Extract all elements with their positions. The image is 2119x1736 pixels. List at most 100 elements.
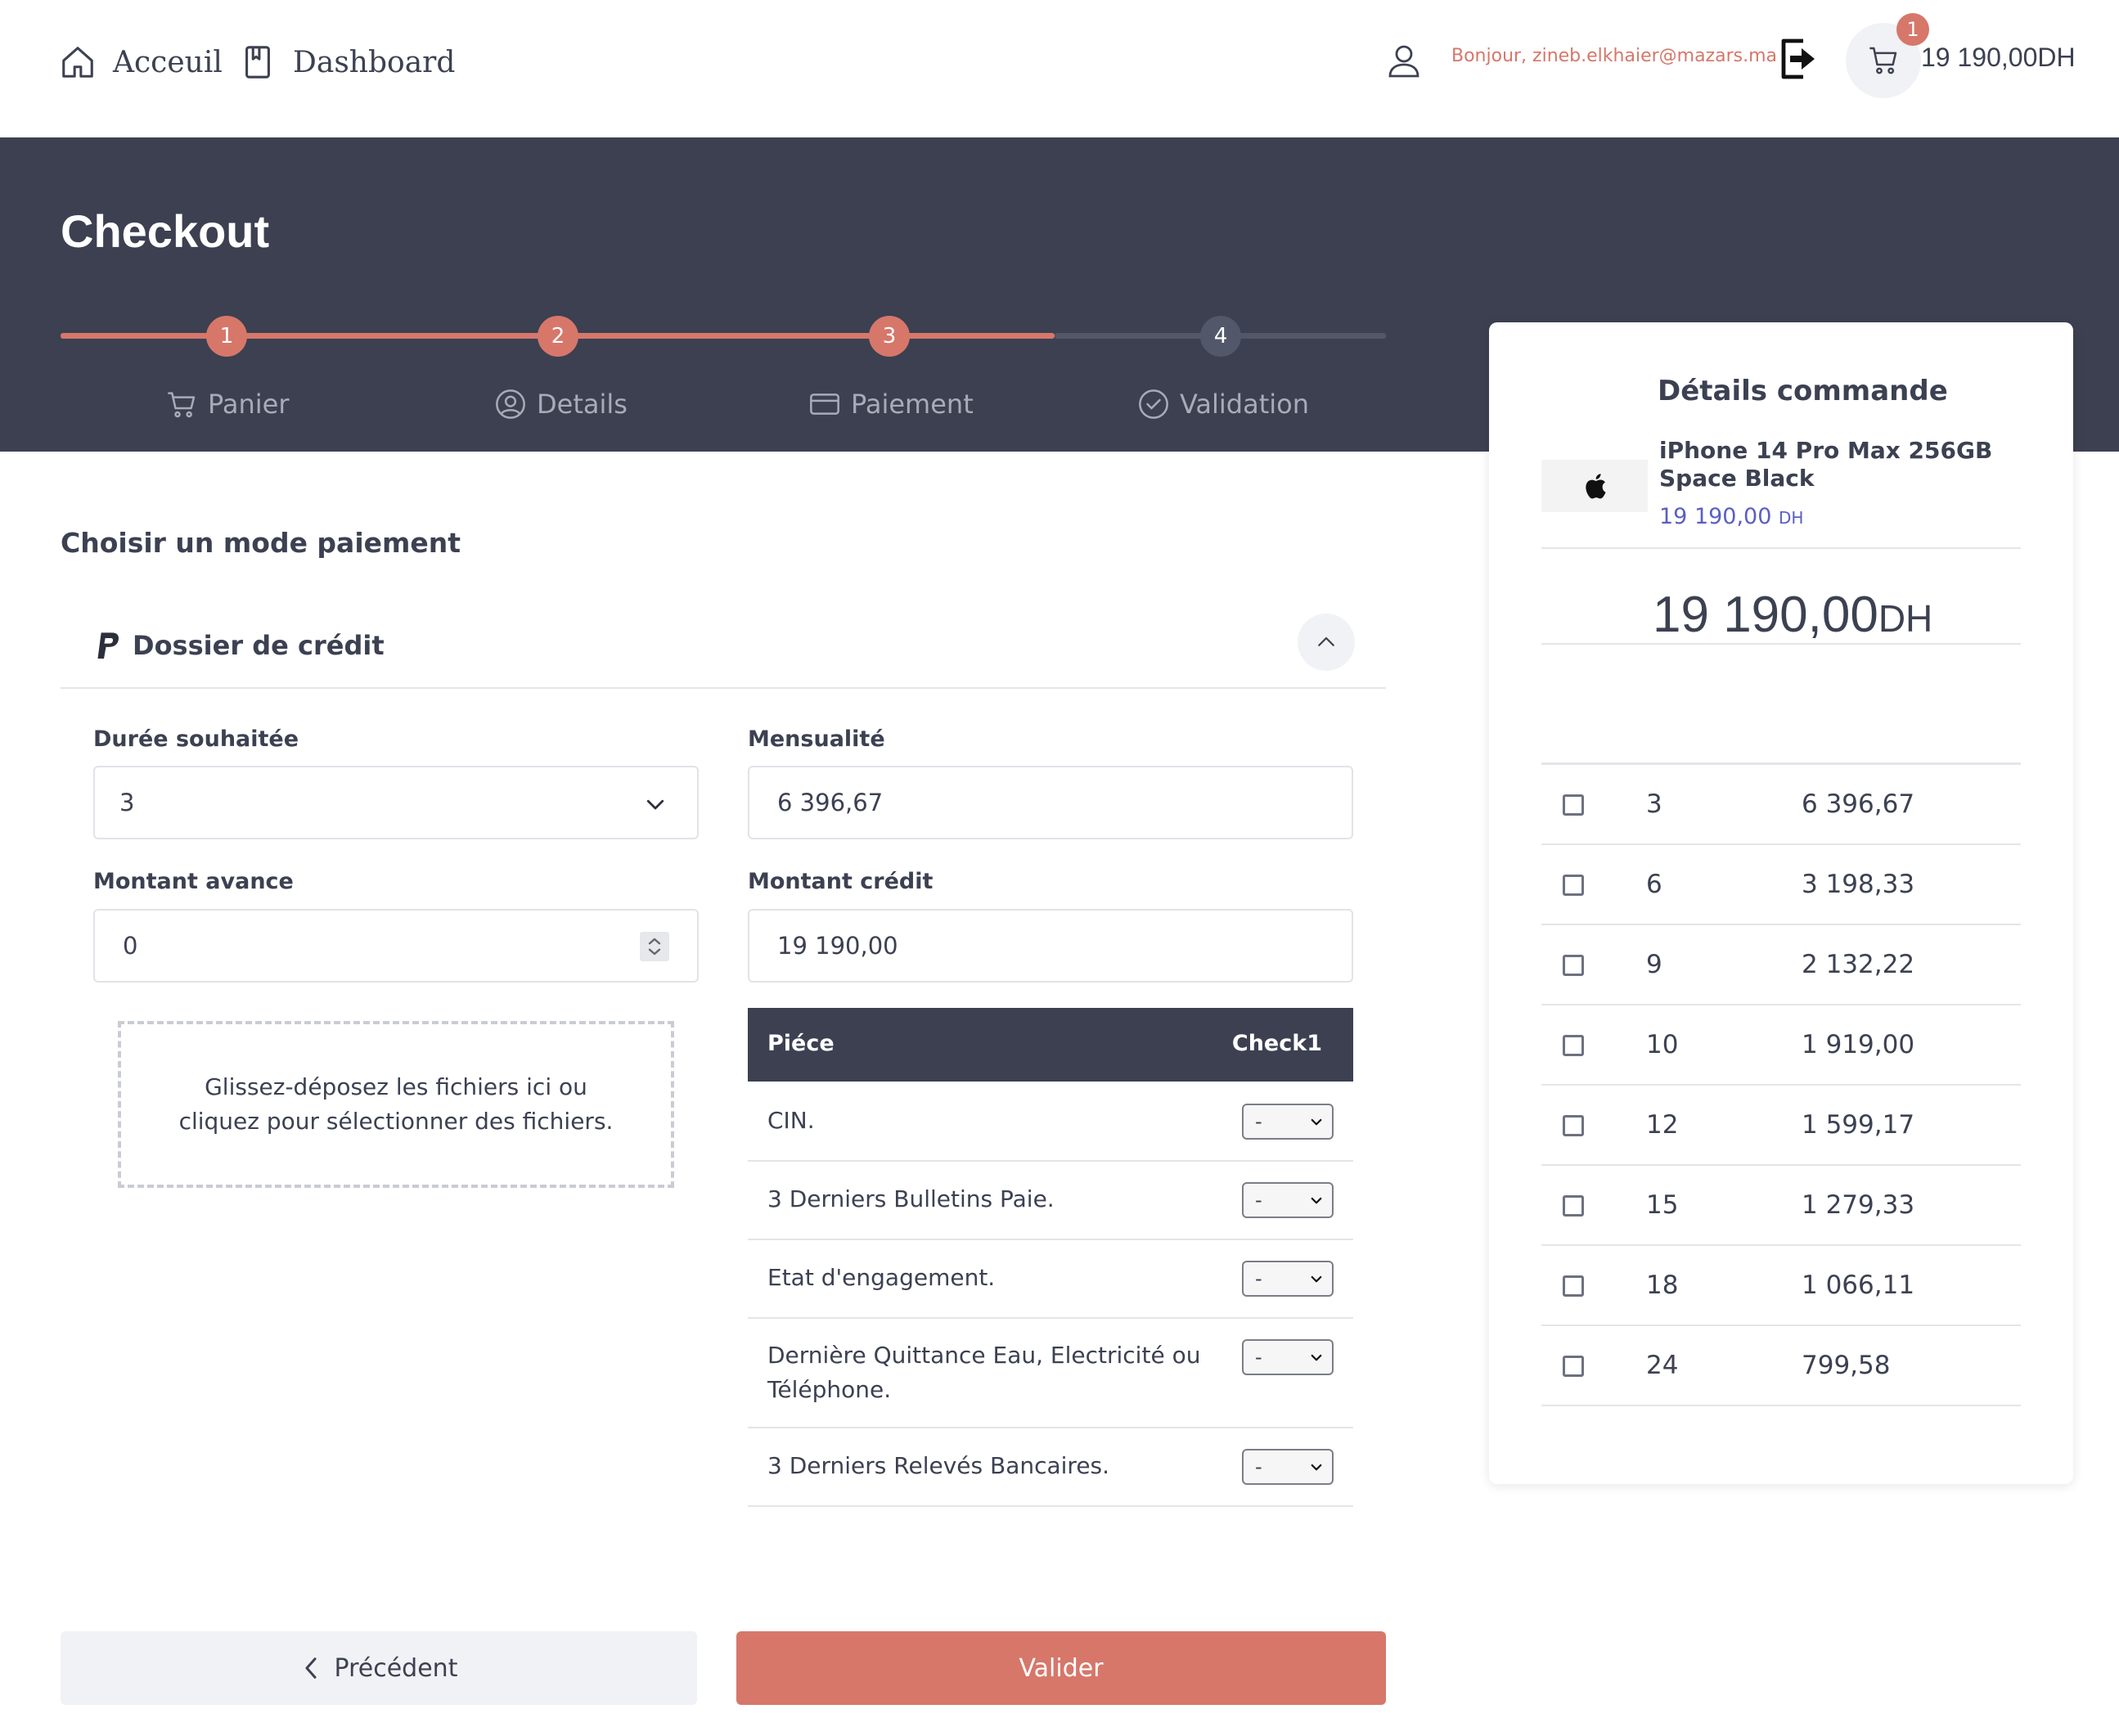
column-header-check: Check1 [1231, 1031, 1322, 1056]
plan-checkbox[interactable] [1563, 1115, 1584, 1136]
plan-amount: 2 132,22 [1802, 950, 1915, 979]
plan-checkbox[interactable] [1563, 1356, 1584, 1377]
table-row[interactable]: 15 1 279,33 [1541, 1166, 2021, 1246]
chevron-down-icon [1311, 1275, 1322, 1283]
table-row[interactable]: 24 799,58 [1541, 1326, 2021, 1406]
step-paiement[interactable]: Paiement [808, 386, 974, 422]
piece-label: CIN. [767, 1107, 815, 1134]
plan-checkbox[interactable] [1563, 955, 1584, 976]
plan-amount: 1 599,17 [1802, 1110, 1915, 1140]
plan-amount: 1 066,11 [1802, 1271, 1915, 1300]
plan-months: 6 [1646, 870, 1662, 899]
nav-home-label: Acceuil [113, 45, 223, 79]
table-row: 3 Derniers Relevés Bancaires. - [748, 1428, 1353, 1507]
chevron-up-icon [1318, 636, 1334, 646]
piece-check-select[interactable]: - [1242, 1261, 1334, 1297]
logout-icon[interactable] [1779, 36, 1818, 82]
table-row[interactable]: 3 6 396,67 [1541, 765, 2021, 845]
plan-checkbox[interactable] [1563, 1195, 1584, 1217]
step-details[interactable]: Details [494, 386, 628, 422]
piece-check-value: - [1255, 1110, 1262, 1133]
table-row[interactable]: 6 3 198,33 [1541, 845, 2021, 925]
piece-check-select[interactable]: - [1242, 1339, 1334, 1375]
mensualite-field[interactable]: 6 396,67 [748, 766, 1353, 839]
plan-checkbox[interactable] [1563, 794, 1584, 816]
payment-method-title: Dossier de crédit [133, 630, 385, 661]
step-panier-label: Panier [208, 389, 290, 420]
nav-home-link[interactable]: Acceuil [59, 41, 223, 83]
plan-checkbox[interactable] [1563, 1275, 1584, 1297]
step-1-marker: 1 [206, 316, 247, 357]
step-validation[interactable]: Validation [1137, 386, 1309, 422]
pieces-table: Piéce Check1 CIN. - 3 Derniers Bulletins… [748, 1008, 1353, 1507]
piece-label: 3 Derniers Relevés Bancaires. [767, 1452, 1110, 1479]
home-icon [62, 47, 93, 78]
duree-select[interactable]: 3 [93, 766, 699, 839]
step-2-marker: 2 [538, 316, 578, 357]
order-details-title: Détails commande [1658, 375, 1948, 407]
table-row: Etat d'engagement. - [748, 1240, 1353, 1319]
piece-check-select[interactable]: - [1242, 1182, 1334, 1218]
book-icon [245, 46, 270, 79]
table-row[interactable]: 18 1 066,11 [1541, 1246, 2021, 1326]
order-total-amount: 19 190,00 [1653, 587, 1878, 643]
table-row[interactable]: 12 1 599,17 [1541, 1086, 2021, 1166]
step-4-marker: 4 [1200, 316, 1241, 357]
order-total: 19 190,00DH [1653, 586, 1932, 644]
avance-value: 0 [123, 932, 138, 960]
mensualite-value: 6 396,67 [777, 789, 884, 816]
piece-check-value: - [1255, 1267, 1262, 1290]
table-row: Dernière Quittance Eau, Electricité ou T… [748, 1319, 1353, 1428]
mensualite-label: Mensualité [748, 726, 885, 752]
credit-amount-field[interactable]: 19 190,00 [748, 909, 1353, 983]
plan-checkbox[interactable] [1563, 875, 1584, 896]
product-name: iPhone 14 Pro Max 256GB Space Black [1659, 437, 1993, 492]
dropzone-text: Glissez-déposez les fichiers ici ou cliq… [178, 1073, 614, 1135]
piece-label: Dernière Quittance Eau, Electricité ou T… [767, 1342, 1201, 1403]
pieces-table-header: Piéce Check1 [748, 1008, 1353, 1082]
plan-checkbox[interactable] [1563, 1035, 1584, 1056]
plan-months: 10 [1646, 1030, 1679, 1059]
step-3-marker: 3 [869, 316, 910, 357]
table-row[interactable]: 10 1 919,00 [1541, 1005, 2021, 1086]
avance-label: Montant avance [93, 869, 294, 894]
table-row: 3 Derniers Bulletins Paie. - [748, 1162, 1353, 1240]
piece-check-select[interactable]: - [1242, 1449, 1334, 1485]
piece-check-value: - [1255, 1189, 1262, 1212]
chevron-down-icon [1311, 1118, 1322, 1126]
avance-input[interactable]: 0 [93, 909, 699, 983]
plan-months: 18 [1646, 1271, 1679, 1300]
payment-section-title: Choisir un mode paiement [61, 527, 461, 559]
file-dropzone[interactable]: Glissez-déposez les fichiers ici ou cliq… [118, 1021, 674, 1188]
number-spinner[interactable] [640, 932, 669, 961]
previous-button[interactable]: Précédent [61, 1631, 697, 1705]
credit-accordion-header[interactable]: Dossier de crédit [61, 614, 1386, 689]
plan-months: 9 [1646, 950, 1662, 979]
top-navbar: Acceuil Dashboard Bonjour, zineb.elkhaie… [0, 0, 2119, 137]
paypal-icon [97, 632, 119, 659]
user-greeting: Bonjour, zineb.elkhaier@mazars.ma [1451, 46, 1777, 66]
duree-selected-value: 3 [119, 789, 135, 816]
table-row[interactable]: 9 2 132,22 [1541, 925, 2021, 1005]
accordion-collapse-button[interactable] [1298, 614, 1355, 671]
product-thumbnail [1541, 460, 1648, 512]
plan-amount: 1 919,00 [1802, 1030, 1915, 1059]
cart-count-badge: 1 [1896, 13, 1929, 46]
chevron-down-icon [646, 799, 664, 810]
step-panier[interactable]: Panier [165, 386, 289, 422]
submit-button[interactable]: Valider [736, 1631, 1386, 1705]
previous-button-label: Précédent [334, 1653, 458, 1683]
piece-check-select[interactable]: - [1242, 1104, 1334, 1140]
credit-label: Montant crédit [748, 869, 934, 894]
piece-check-value: - [1255, 1346, 1262, 1369]
plan-amount: 1 279,33 [1802, 1190, 1915, 1220]
divider [1541, 547, 2021, 549]
plan-months: 15 [1646, 1190, 1679, 1220]
step-validation-label: Validation [1180, 389, 1310, 420]
chevron-down-icon [1311, 1464, 1322, 1471]
user-icon[interactable] [1384, 41, 1424, 80]
cart-total: 19 190,00DH [1921, 43, 2076, 72]
plan-months: 24 [1646, 1351, 1679, 1380]
nav-dashboard-link[interactable]: Dashboard [239, 41, 455, 83]
duree-label: Durée souhaitée [93, 726, 299, 752]
